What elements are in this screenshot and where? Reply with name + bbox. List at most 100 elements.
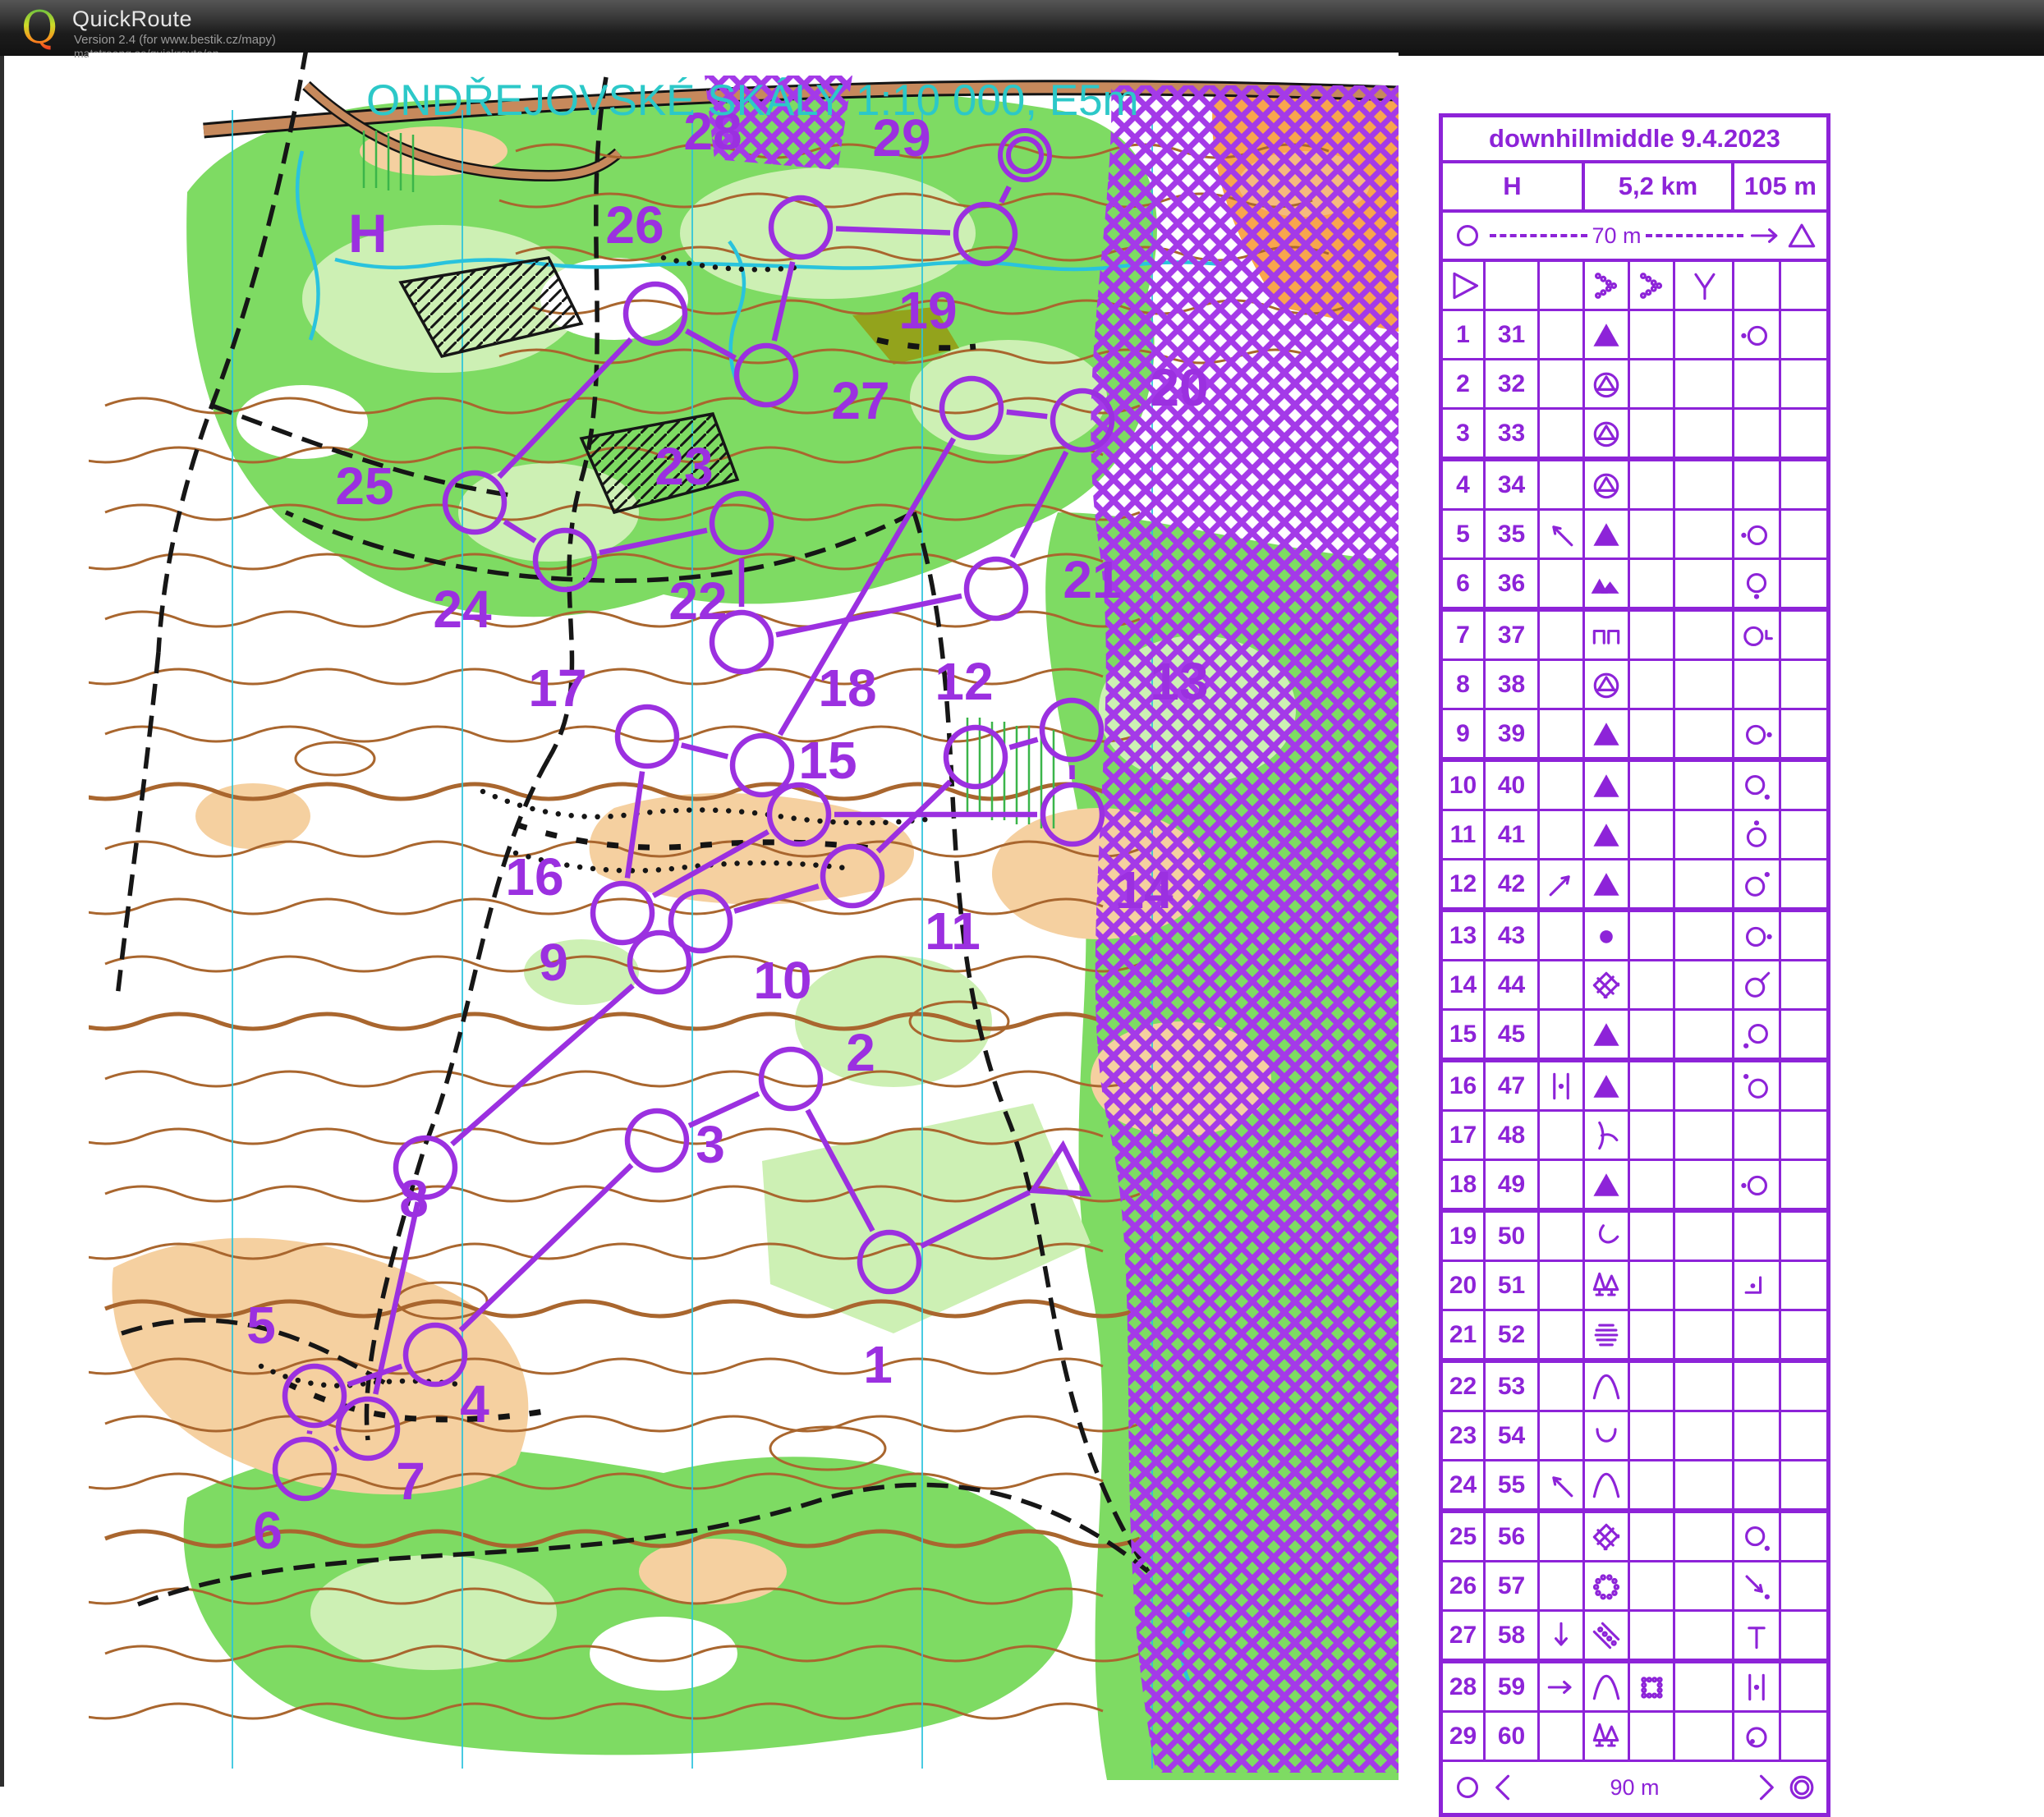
boulder-cluster-icon: [1588, 366, 1624, 402]
dash-line: [1646, 234, 1743, 237]
circle-dot-e-icon: [1739, 716, 1775, 752]
card-row: 1849: [1443, 1161, 1826, 1213]
course-leg: [334, 1448, 338, 1450]
boulder-icon: [1588, 866, 1624, 902]
card-row: 2051: [1443, 1262, 1826, 1311]
ride-icon: [1588, 1617, 1624, 1654]
control-number: 26: [605, 195, 664, 255]
card-title: downhillmiddle 9.4.2023: [1443, 117, 1826, 163]
chevron-left-icon: [1486, 1769, 1522, 1806]
app-title: QuickRoute: [72, 7, 192, 32]
control-number: 25: [335, 457, 393, 516]
card-rows: 1312323334345356367378389391040114112421…: [1443, 262, 1826, 1762]
finish-distance: 90 m: [1522, 1775, 1748, 1801]
arrow-s-icon: [1543, 1617, 1579, 1654]
control-number: 15: [798, 731, 857, 790]
card-row: 2657: [1443, 1562, 1826, 1612]
circle-icon: [1449, 1769, 1486, 1806]
card-row: 1343: [1443, 912, 1826, 961]
quickroute-logo-icon: Q: [15, 3, 64, 53]
circle-dot-ne-icon: [1739, 866, 1775, 902]
boulder-icon: [1588, 716, 1624, 752]
control-number: 5: [246, 1296, 276, 1355]
arrow-right-icon: [1748, 218, 1784, 254]
control-number: 22: [668, 571, 727, 631]
arrow-e-icon: [1543, 1669, 1579, 1705]
control-circle: [593, 883, 652, 943]
hlines-icon: [1588, 1317, 1624, 1353]
course-leg: [452, 985, 632, 1144]
dotted-chevron-icon: [1633, 268, 1670, 304]
card-length: 5,2 km: [1585, 163, 1734, 209]
arrow-se-dot-icon: [1739, 1568, 1775, 1604]
control-number: 3: [696, 1115, 725, 1174]
card-row: 1950: [1443, 1213, 1826, 1262]
control-description-card: downhillmiddle 9.4.2023 H 5,2 km 105 m 7…: [1439, 113, 1830, 1817]
stony-ground-icon: [1588, 967, 1624, 1003]
svg-text:Q: Q: [21, 3, 57, 53]
boulder-cluster-icon: [1588, 667, 1624, 703]
card-row: 838: [1443, 661, 1826, 710]
control-number: 13: [1150, 652, 1208, 711]
course-leg: [682, 745, 728, 756]
card-row: 2152: [1443, 1311, 1826, 1363]
boulders2-icon: [1588, 566, 1624, 602]
knoll-icon: [1588, 918, 1624, 954]
dotted-circle-icon: [1588, 1568, 1624, 1604]
card-finish-distance-row: 90 m: [1443, 1762, 1826, 1813]
finish-double-circle-icon: [1784, 1769, 1820, 1806]
boulder-icon: [1588, 1068, 1624, 1104]
start-distance: 70 m: [1592, 223, 1641, 249]
arrow-nw-icon: [1543, 516, 1579, 553]
card-row: 535: [1443, 511, 1826, 560]
control-number: 14: [1114, 860, 1174, 920]
reentrant-ne-icon: [1588, 1218, 1624, 1255]
circle-dot-w-icon: [1739, 516, 1775, 553]
corner-dot-icon: [1739, 1268, 1775, 1304]
control-number: 9: [539, 933, 568, 992]
boulder-icon: [1588, 1016, 1624, 1053]
reentrant-u-icon: [1588, 1418, 1624, 1454]
card-course-info: H 5,2 km 105 m: [1443, 163, 1826, 213]
control-number: 2: [846, 1023, 875, 1082]
card-row: 1242: [1443, 860, 1826, 912]
dash-line: [1490, 234, 1587, 237]
ruin-icon: [1588, 617, 1624, 654]
trees2-icon: [1588, 1268, 1624, 1304]
card-row: 2455: [1443, 1461, 1826, 1513]
t-bar-icon: [1739, 1617, 1775, 1654]
control-number: 10: [753, 951, 811, 1010]
boulder-cluster-icon: [1588, 467, 1624, 503]
card-row: 1040: [1443, 762, 1826, 811]
boulder-cluster-icon: [1588, 415, 1624, 452]
app-header: Q QuickRoute Version 2.4 (for www.bestik…: [0, 0, 2044, 56]
circle-dot-se-icon: [1739, 768, 1775, 804]
boulder-icon: [1588, 1167, 1624, 1203]
map-canvas[interactable]: 1234567891011121314151617181920212223242…: [89, 53, 1399, 1780]
control-number: 24: [433, 580, 492, 639]
course-class-label: H: [348, 202, 388, 264]
circle-icon: [1449, 218, 1486, 254]
card-row: 2253: [1443, 1363, 1826, 1412]
circle-dot-sw-icon: [1739, 1016, 1775, 1053]
circle-dot-e-icon: [1739, 918, 1775, 954]
control-number: 17: [528, 658, 586, 718]
circle-dot-nw-icon: [1739, 1068, 1775, 1104]
control-number: 8: [399, 1169, 429, 1228]
control-number: 16: [505, 847, 563, 906]
card-row: 1141: [1443, 811, 1826, 860]
left-edge-strip: [0, 56, 4, 1787]
control-number: 18: [818, 658, 876, 718]
card-start-row: [1443, 262, 1826, 311]
hill-icon: [1588, 1369, 1624, 1405]
dotted-square-icon: [1633, 1669, 1670, 1705]
control-number: 12: [935, 652, 993, 711]
spur-icon: [1588, 1117, 1624, 1154]
card-row: 2556: [1443, 1513, 1826, 1562]
card-row: 1748: [1443, 1112, 1826, 1161]
circle-corner-e-icon: [1739, 617, 1775, 654]
control-number: 23: [655, 437, 713, 496]
start-tri-icon: [1445, 268, 1481, 304]
card-row: 333: [1443, 410, 1826, 461]
boulder-icon: [1588, 817, 1624, 853]
